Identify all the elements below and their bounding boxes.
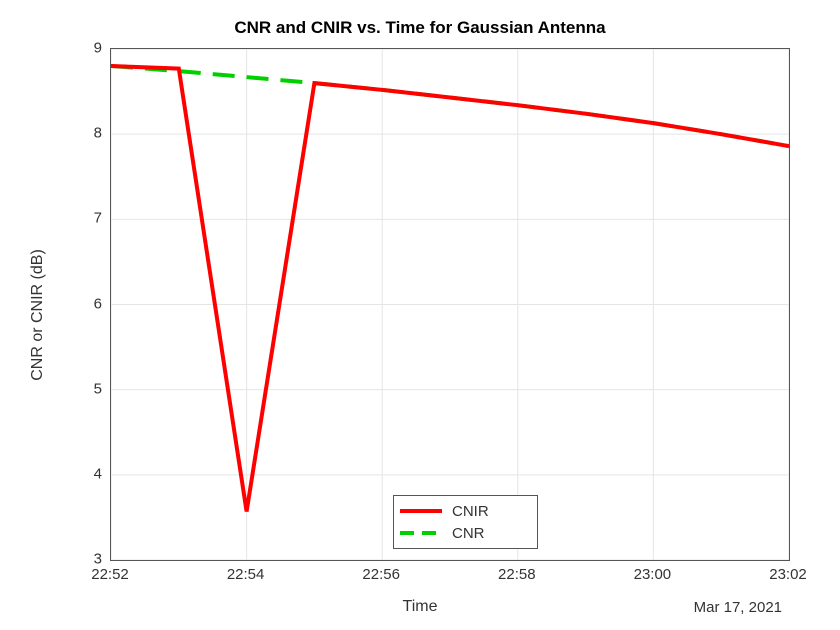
legend-label-cnr: CNR [452, 525, 485, 542]
legend: CNIR CNR [393, 495, 538, 549]
x-tick-label: 23:00 [634, 566, 672, 583]
dash-line-icon [400, 531, 442, 535]
x-tick-label: 22:56 [362, 566, 400, 583]
y-axis-label-container: CNR or CNIR (dB) [28, 0, 48, 630]
plot-area [110, 48, 790, 561]
y-tick-label: 3 [62, 551, 102, 568]
x-tick-label: 23:02 [769, 566, 807, 583]
date-annotation: Mar 17, 2021 [694, 599, 782, 616]
x-tick-label: 22:52 [91, 566, 129, 583]
legend-swatch-cnr [400, 526, 442, 540]
legend-entry-cnir: CNIR [400, 500, 531, 522]
y-axis-label: CNR or CNIR (dB) [29, 249, 47, 381]
plot-svg [111, 49, 789, 560]
legend-label-cnir: CNIR [452, 503, 489, 520]
y-tick-label: 8 [62, 125, 102, 142]
series-cnir-line [111, 66, 789, 512]
figure: CNR and CNIR vs. Time for Gaussian Anten… [0, 0, 840, 630]
x-tick-label: 22:54 [227, 566, 265, 583]
legend-entry-cnr: CNR [400, 522, 531, 544]
y-tick-label: 9 [62, 40, 102, 57]
chart-title: CNR and CNIR vs. Time for Gaussian Anten… [0, 18, 840, 38]
y-tick-label: 4 [62, 465, 102, 482]
y-tick-label: 5 [62, 380, 102, 397]
x-tick-label: 22:58 [498, 566, 536, 583]
y-tick-label: 7 [62, 210, 102, 227]
legend-swatch-cnir [400, 504, 442, 518]
grid [111, 49, 789, 560]
line-icon [400, 509, 442, 513]
y-tick-label: 6 [62, 295, 102, 312]
